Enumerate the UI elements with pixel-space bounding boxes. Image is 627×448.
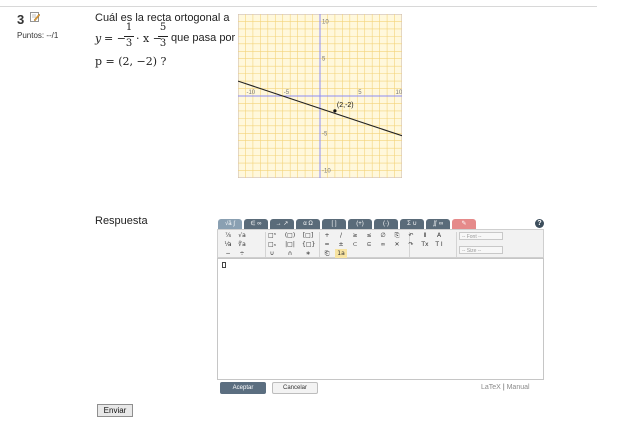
toolbar-button[interactable]: ∩	[284, 249, 296, 258]
toolbar-button[interactable]: ∗	[302, 249, 314, 258]
editor-tab[interactable]: Σ ∪	[400, 219, 424, 229]
font-select[interactable]: -- Font --	[459, 232, 503, 240]
accept-button[interactable]: Aceptar	[220, 382, 266, 394]
fraction-1-bar	[124, 36, 134, 37]
editor-cursor	[222, 262, 226, 268]
graph-x-tick-label: -10	[246, 90, 255, 96]
toolbar-button[interactable]: Tx	[419, 240, 431, 249]
question-number: 3	[17, 12, 25, 27]
toolbar-button[interactable]: ∞	[377, 240, 389, 249]
editor-tab[interactable]: (+)	[348, 219, 372, 229]
formula-fraction-1: 1 3	[124, 22, 134, 51]
toolbar-button[interactable]: Ⅱ	[419, 231, 431, 240]
toolbar-button[interactable]: ∪	[266, 249, 278, 258]
toolbar-button[interactable]: ⊆	[363, 240, 375, 249]
toolbar-button[interactable]: ⊂	[349, 240, 361, 249]
toolbar-button[interactable]: +	[321, 231, 333, 240]
top-divider	[0, 6, 597, 7]
edit-icon[interactable]	[30, 12, 40, 22]
toolbar-button[interactable]: 1a	[335, 249, 347, 258]
toolbar-button[interactable]: ∜a	[236, 240, 248, 249]
points-label: Puntos: --/1	[17, 31, 59, 40]
latex-link[interactable]: LaTeX	[481, 384, 501, 391]
cartesian-graph: -10 -5 5 10105-5-10(2,-2)	[238, 14, 402, 178]
help-icon[interactable]: ?	[535, 219, 544, 228]
toolbar-button[interactable]: |□|	[284, 240, 296, 249]
editor-toolbar: -- Font -- -- Size -- ⅞ √a □ⁿ (□) [□] + / ≥ ≤ ∅ ⎘ ↶…	[217, 229, 544, 258]
editor-tab[interactable]: ✎	[452, 219, 476, 229]
question-point: p = (2, −2) ?	[95, 55, 167, 68]
toolbar-button[interactable]: −	[222, 249, 234, 258]
formula-lhs: y	[95, 32, 102, 45]
toolbar-button[interactable]: ÷	[236, 249, 248, 258]
toolbar-button[interactable]: ⅟a	[222, 240, 234, 249]
cancel-button[interactable]: Cancelar	[272, 382, 318, 394]
toolbar-button[interactable]: T I	[433, 240, 445, 249]
manual-link[interactable]: Manual	[507, 384, 530, 391]
toolbar-button[interactable]: ✕	[391, 240, 403, 249]
graph-point	[333, 109, 337, 113]
toolbar-button[interactable]: (□)	[284, 231, 296, 240]
editor-tabbar: √ā ∫ ∈ ∞ → ↗ α Ω[ ] (+) (·) Σ ∪ ∬ ∞ ✎	[217, 218, 544, 229]
editor-tab[interactable]: [ ]	[322, 219, 346, 229]
links-separator: |	[502, 384, 505, 391]
graph-x-tick-label: -5	[284, 90, 290, 96]
fraction-1-denominator: 3	[125, 38, 133, 49]
toolbar-button[interactable]: ⎗	[321, 249, 333, 258]
editor-tab[interactable]: (·)	[374, 219, 398, 229]
fraction-1-numerator: 1	[125, 22, 133, 33]
editor-tab[interactable]: ∈ ∞	[244, 219, 268, 229]
toolbar-separator	[319, 232, 320, 257]
math-editor: √ā ∫ ∈ ∞ → ↗ α Ω[ ] (+) (·) Σ ∪ ∬ ∞ ✎ ? -- Font …	[217, 218, 544, 380]
graph-x-tick-label: 10	[396, 90, 402, 96]
editor-tab[interactable]: √ā ∫	[218, 219, 242, 229]
fraction-2-bar	[158, 36, 168, 37]
graph-y-tick-label: -5	[322, 131, 328, 137]
submit-button[interactable]: Enviar	[97, 404, 133, 417]
toolbar-button[interactable]: ⅞	[222, 231, 234, 240]
toolbar-button[interactable]: ↷	[405, 240, 417, 249]
toolbar-button[interactable]: [□]	[302, 231, 314, 240]
editor-links: LaTeX | Manual	[481, 384, 530, 391]
size-select[interactable]: -- Size --	[459, 246, 503, 254]
toolbar-button[interactable]: ≤	[363, 231, 375, 240]
toolbar-button[interactable]: ↶	[405, 231, 417, 240]
formula-fraction-2: 5 3	[158, 22, 168, 51]
editor-tab[interactable]: α Ω	[296, 219, 320, 229]
formula-eq: = −	[104, 32, 126, 45]
editor-tab[interactable]: ∬ ∞	[426, 219, 450, 229]
toolbar-button[interactable]: □ⁿ	[266, 231, 278, 240]
toolbar-button[interactable]: /	[335, 231, 347, 240]
toolbar-button[interactable]: ⎘	[391, 231, 403, 240]
toolbar-button[interactable]: ≥	[349, 231, 361, 240]
question-tail: que pasa por	[171, 32, 236, 44]
fraction-2-numerator: 5	[159, 22, 167, 33]
toolbar-button[interactable]: □ₙ	[266, 240, 278, 249]
editor-input-area[interactable]	[217, 258, 544, 380]
graph-point-label: (2,-2)	[337, 102, 354, 109]
toolbar-button[interactable]: ∅	[377, 231, 389, 240]
toolbar-button[interactable]: {□}	[302, 240, 315, 249]
answer-label: Respuesta	[95, 215, 148, 227]
graph-y-tick-label: -10	[322, 169, 331, 175]
toolbar-button[interactable]: =	[321, 240, 333, 249]
toolbar-button[interactable]: A	[433, 231, 445, 240]
toolbar-button[interactable]: ±	[335, 240, 347, 249]
toolbar-button[interactable]: √a	[236, 231, 248, 240]
graph-y-tick-label: 10	[322, 19, 329, 25]
fraction-2-denominator: 3	[159, 38, 167, 49]
toolbar-separator	[456, 232, 457, 257]
editor-tab[interactable]: → ↗	[270, 219, 294, 229]
